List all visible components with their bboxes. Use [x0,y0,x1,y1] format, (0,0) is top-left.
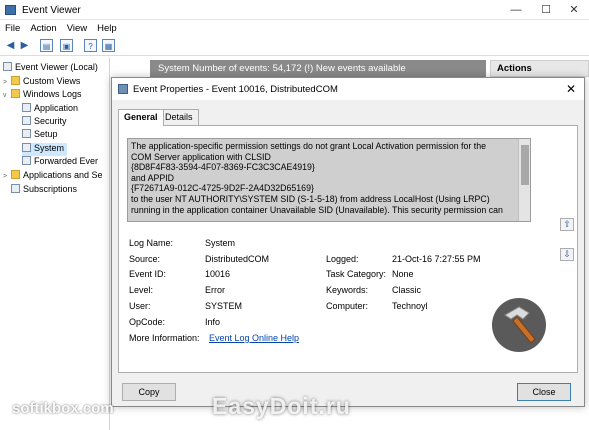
tree-item-setup[interactable]: Setup [22,129,58,142]
description-line: to the user NT AUTHORITY\SYSTEM SID (S-1… [131,193,490,204]
task-category-label: Task Category: [326,269,387,279]
tab-general[interactable]: General [118,109,164,126]
collapse-chevron-icon[interactable]: v [3,92,11,99]
properties-icon[interactable]: ▦ [102,39,115,52]
help-icon[interactable]: ? [84,39,97,52]
tree-item-system[interactable]: System [22,143,67,156]
user-value: SYSTEM [205,301,243,311]
log-icon [22,143,31,152]
event-properties-icon [118,84,128,94]
forward-arrow-icon[interactable]: ▶ [18,39,31,52]
description-scrollbar[interactable] [518,139,530,221]
computer-label: Computer: [326,301,369,311]
copy-button[interactable]: Copy [122,383,176,401]
folder-icon[interactable]: ▤ [40,39,53,52]
dialog-close-icon[interactable]: ✕ [564,82,578,96]
description-line: and APPID [131,172,175,183]
folder-icon [11,89,20,98]
menu-view[interactable]: View [62,20,92,34]
event-log-online-help-link[interactable]: Event Log Online Help [209,333,299,343]
show-hide-tree-icon[interactable]: ▣ [60,39,73,52]
opcode-label: OpCode: [129,317,166,327]
next-event-arrow-icon[interactable]: ⇩ [560,248,574,261]
general-tab-panel: The application-specific permission sett… [118,125,578,373]
previous-event-arrow-icon[interactable]: ⇧ [560,218,574,231]
tree-item-subscriptions[interactable]: Subscriptions [11,184,77,197]
source-value: DistributedCOM [205,254,270,264]
log-icon [22,116,31,125]
event-description[interactable]: The application-specific permission sett… [127,138,531,222]
menu-action[interactable]: Action [25,20,61,34]
toolbar: ◀ ▶ ▤ ▣ ? ▦ [0,36,589,56]
folder-icon [11,76,20,85]
watermark-left: softikbox.com [12,400,114,417]
folder-icon [11,170,20,179]
dialog-title-bar: Event Properties - Event 10016, Distribu… [112,78,584,100]
description-line: {F72671A9-012C-4725-9D2F-2A4D32D65169} [131,183,314,194]
opcode-value: Info [205,317,221,327]
close-button[interactable]: Close [517,383,571,401]
description-line: running in the application container Una… [131,204,503,215]
menu-file[interactable]: File [0,20,25,34]
logged-label: Logged: [326,254,359,264]
close-window-button[interactable]: ✕ [563,2,585,18]
log-header: System Number of events: 54,172 (!) New … [150,60,486,77]
expand-chevron-icon[interactable]: > [3,79,11,86]
tree-item-windows-logs[interactable]: v Windows Logs [3,89,82,102]
tree-item-event-viewer-local[interactable]: Event Viewer (Local) [3,62,98,75]
log-icon [22,156,31,165]
source-label: Source: [129,254,161,264]
event-id-value: 10016 [205,269,231,279]
window-title: Event Viewer [22,5,81,16]
scrollbar-thumb[interactable] [521,145,529,185]
hammer-icon [492,298,546,352]
watermark-center: EasyDoit.ru [212,393,351,419]
console-tree: Event Viewer (Local) > Custom Views v Wind… [0,58,110,430]
actions-header: Actions [490,60,589,77]
user-label: User: [129,301,151,311]
tree-item-applications-and-services[interactable]: > Applications and Se [3,170,103,183]
dialog-title: Event Properties - Event 10016, Distribu… [133,84,338,95]
keywords-label: Keywords: [326,285,369,295]
tab-details[interactable]: Details [159,109,199,125]
description-line: The application-specific permission sett… [131,141,486,151]
expand-chevron-icon[interactable]: > [3,173,11,180]
logged-value: 21-Oct-16 7:27:55 PM [392,254,481,264]
level-label: Level: [129,285,154,295]
maximize-button[interactable]: ☐ [535,2,557,18]
description-line: COM Server application with CLSID [131,151,271,162]
computer-value: Technoyl [392,301,428,311]
event-properties-dialog: Event Properties - Event 10016, Distribu… [111,77,585,407]
tree-item-application[interactable]: Application [22,103,78,116]
title-bar: Event Viewer — ☐ ✕ [0,0,589,20]
back-arrow-icon[interactable]: ◀ [4,39,17,52]
event-viewer-icon [5,5,16,15]
subscription-icon [11,184,20,193]
computer-icon [3,62,12,71]
more-information-label: More Information: [129,333,200,343]
task-category-value: None [392,269,414,279]
minimize-button[interactable]: — [505,2,527,18]
log-icon [22,129,31,138]
tree-item-custom-views[interactable]: > Custom Views [3,76,80,89]
keywords-value: Classic [392,285,422,295]
tree-item-security[interactable]: Security [22,116,67,129]
menu-help[interactable]: Help [92,20,122,34]
event-id-label: Event ID: [129,269,167,279]
menu-bar: File Action View Help [0,20,589,36]
log-icon [22,103,31,112]
description-line: {8D8F4F83-3594-4F07-8369-FC3C3CAE4919} [131,162,315,173]
log-name-value: System [205,238,236,248]
log-name-label: Log Name: [129,238,174,248]
tree-item-forwarded-events[interactable]: Forwarded Ever [22,156,98,169]
level-value: Error [205,285,225,295]
